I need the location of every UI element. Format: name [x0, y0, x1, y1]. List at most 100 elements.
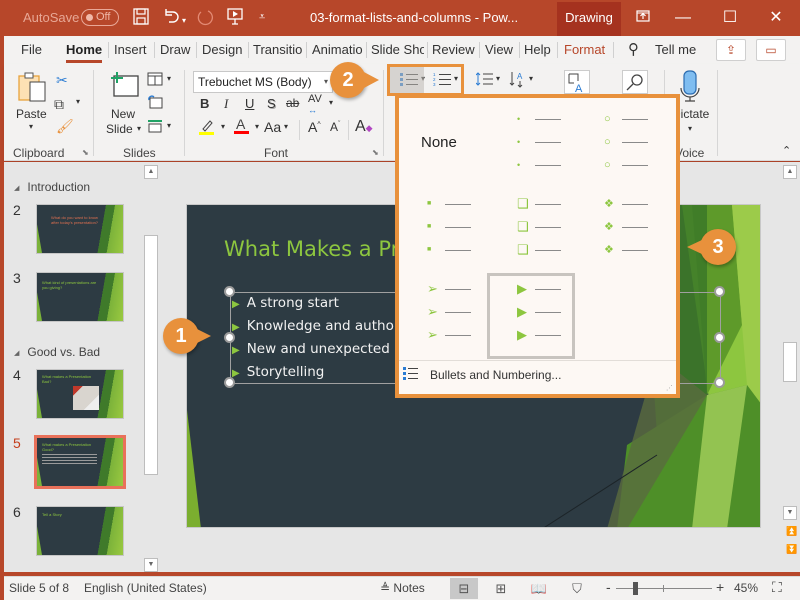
slide-sorter-view-button[interactable]: ⊞ [487, 578, 515, 599]
previous-slide-icon[interactable]: ⏫ [786, 526, 797, 537]
comments-button[interactable]: ▭ [756, 39, 786, 61]
highlight-dropdown-icon[interactable]: ▾ [221, 122, 225, 131]
dictate-dropdown-icon[interactable]: ▾ [688, 124, 692, 133]
section-header-good-vs-bad[interactable]: Good vs. Bad [14, 345, 100, 359]
new-slide-button[interactable]: Slide [106, 122, 133, 136]
spacing-dropdown-icon[interactable]: ▾ [329, 98, 333, 107]
paste-button[interactable]: Paste [16, 107, 47, 121]
zoom-slider-track[interactable] [616, 582, 712, 595]
notes-button[interactable]: ≜ Notes [380, 581, 425, 595]
zoom-slider-thumb[interactable] [632, 582, 638, 595]
italic-button[interactable]: I [224, 96, 228, 112]
text-direction-icon[interactable]: A [509, 70, 527, 91]
save-icon[interactable] [133, 8, 149, 30]
slide-show-view-button[interactable]: ⛉ [563, 578, 591, 599]
autosave-toggle[interactable]: Off [81, 9, 119, 26]
editor-scrollbar[interactable]: ▲ ▼ ⏫ ⏬ [782, 162, 800, 572]
slide-pane-scrollbar[interactable]: ▲ ▼ [143, 162, 159, 572]
font-name-combobox[interactable]: Trebuchet MS (Body) ▾ [193, 71, 333, 93]
present-from-beginning-icon[interactable] [227, 8, 243, 31]
find-icon[interactable] [622, 70, 648, 97]
font-launcher-icon[interactable]: ⬊ [372, 148, 379, 157]
tab-slide-show[interactable]: Slide Sho [371, 42, 424, 57]
section-icon[interactable] [147, 119, 163, 136]
layout-icon[interactable] [147, 72, 163, 89]
zoom-level[interactable]: 45% [734, 581, 758, 595]
tab-help[interactable]: Help [524, 42, 551, 57]
resize-grip-icon[interactable]: ⋰ [666, 384, 673, 392]
clear-formatting-button[interactable]: A◆ [355, 118, 373, 136]
tell-me-search[interactable]: Tell me [655, 42, 696, 57]
slide-thumbnail-2[interactable]: What do you want to know after today's p… [36, 204, 124, 254]
line-spacing-icon[interactable] [475, 72, 494, 89]
bullet-item[interactable]: ▶ Knowledge and authori [232, 318, 403, 334]
microphone-icon[interactable] [679, 70, 701, 107]
tab-home[interactable]: Home [66, 42, 103, 63]
slide-thumbnail-6[interactable]: Tell a Story [36, 506, 124, 556]
underline-button[interactable]: U [245, 96, 254, 111]
resize-handle-middle-right[interactable] [714, 332, 725, 343]
share-button[interactable]: ⇪ [716, 39, 746, 61]
maximize-button[interactable]: ☐ [715, 6, 745, 30]
scrollbar-thumb[interactable] [783, 342, 797, 382]
undo-icon[interactable] [162, 8, 180, 30]
bullet-option-hollow-round[interactable]: ○ ○ ○ [604, 108, 684, 178]
fit-to-window-icon[interactable]: ⛶ [772, 579, 782, 596]
bullet-option-none[interactable]: None [409, 108, 489, 178]
language-indicator[interactable]: English (United States) [84, 581, 207, 595]
bullet-option-small-filled-round[interactable]: • • • [517, 108, 597, 178]
slide-thumbnail-3[interactable]: What kind of presentations are you givin… [36, 272, 124, 322]
resize-handle-middle-left[interactable] [224, 332, 235, 343]
bullet-item[interactable]: ▶ Storytelling [232, 364, 324, 380]
normal-view-button[interactable]: ⊟ [450, 578, 478, 599]
new-slide-dropdown-icon[interactable]: ▾ [137, 124, 141, 133]
scrollbar-thumb[interactable] [144, 235, 158, 475]
tab-transitions[interactable]: Transitio [253, 42, 302, 57]
reading-view-button[interactable]: 📖 [525, 578, 553, 599]
resize-handle-bottom-right[interactable] [714, 377, 725, 388]
tab-file[interactable]: File [21, 42, 42, 57]
tab-animations[interactable]: Animatio [312, 42, 363, 57]
strikethrough-button[interactable]: ab [286, 96, 299, 110]
shapes-icon[interactable]: A [564, 70, 590, 97]
next-slide-icon[interactable]: ⏬ [786, 544, 797, 555]
bullet-item[interactable]: ▶ A strong start [232, 295, 339, 311]
search-icon[interactable]: ⚲ [628, 40, 639, 58]
line-spacing-dropdown-icon[interactable]: ▾ [496, 74, 500, 83]
copy-dropdown-icon[interactable]: ▾ [76, 97, 80, 106]
bullet-option-star-diamond[interactable]: ❖ ❖ ❖ [604, 193, 684, 263]
section-header-introduction[interactable]: Introduction [14, 180, 90, 194]
tab-view[interactable]: View [485, 42, 513, 57]
scroll-down-button[interactable]: ▼ [783, 506, 797, 520]
contextual-tab-drawing[interactable]: Drawing [557, 2, 621, 36]
slide-thumbnail-4[interactable]: What makes a Presentation Bad? [36, 369, 124, 419]
tab-review[interactable]: Review [432, 42, 475, 57]
character-spacing-button[interactable]: AV [308, 93, 322, 105]
scroll-up-button[interactable]: ▲ [144, 165, 158, 179]
copy-icon[interactable]: ⧉ [54, 96, 64, 112]
slide-title[interactable]: What Makes a Pres [224, 237, 423, 261]
layout-dropdown-icon[interactable]: ▾ [167, 74, 171, 83]
paste-dropdown-icon[interactable]: ▾ [29, 122, 33, 131]
shrink-font-button[interactable]: Aˇ [330, 120, 340, 134]
collapse-ribbon-icon[interactable]: ⌃ [782, 144, 791, 157]
zoom-out-button[interactable]: - [606, 579, 611, 595]
resize-handle-top-left[interactable] [224, 286, 235, 297]
format-painter-icon[interactable]: 🖌 [56, 118, 74, 134]
cut-icon[interactable]: ✂ [56, 72, 68, 88]
undo-dropdown-icon[interactable]: ▾ [182, 12, 186, 30]
font-color-dropdown-icon[interactable]: ▾ [255, 122, 259, 131]
scroll-up-button[interactable]: ▲ [783, 165, 797, 179]
tab-format[interactable]: Format [564, 42, 605, 57]
bullets-and-numbering-link[interactable]: Bullets and Numbering... [430, 368, 561, 382]
customize-qat-icon[interactable]: ⩡ [259, 8, 265, 26]
grow-font-button[interactable]: A^ [308, 119, 321, 135]
new-slide-label[interactable]: New [111, 107, 135, 121]
paste-icon[interactable] [17, 72, 47, 105]
bullets-button-pressed[interactable] [390, 67, 424, 93]
ribbon-display-options-icon[interactable] [628, 6, 658, 30]
clipboard-launcher-icon[interactable]: ⬊ [82, 148, 89, 157]
tab-insert[interactable]: Insert [114, 42, 147, 57]
change-case-button[interactable]: Aa [264, 119, 281, 135]
close-button[interactable]: ✕ [761, 6, 791, 30]
